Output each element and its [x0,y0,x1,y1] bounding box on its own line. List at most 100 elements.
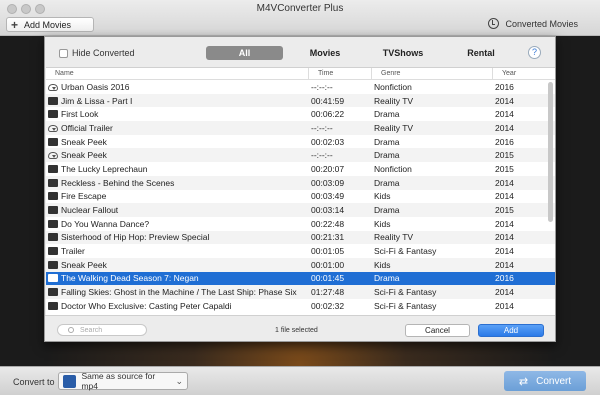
film-icon [48,288,58,297]
cell-name: Do You Wanna Dance? [46,219,309,229]
movie-title: Sneak Peek [61,136,107,147]
cell-time: 00:02:32 [311,300,345,311]
selection-status: 1 file selected [275,327,318,334]
film-icon [48,206,58,215]
movie-title: Doctor Who Exclusive: Casting Peter Capa… [61,300,232,311]
convert-to-label: Convert to [13,377,55,387]
cell-name: Sisterhood of Hip Hop: Preview Special [46,232,309,242]
column-header-year[interactable]: Year [493,68,553,80]
table-row[interactable]: Urban Oasis 2016 --:--:-- Nonfiction 2016 [46,80,555,94]
cell-name: Falling Skies: Ghost in the Machine / Th… [46,287,309,297]
column-header-name[interactable]: Name [46,68,309,80]
film-icon [48,164,58,173]
table-row[interactable]: Do You Wanna Dance? 00:22:48 Kids 2014 [46,217,555,231]
cell-genre: Reality TV [374,232,414,243]
table-row[interactable]: Sneak Peek 00:01:00 Kids 2014 [46,257,555,272]
converted-movies-label: Converted Movies [505,18,578,29]
table-scrollbar[interactable] [548,82,553,222]
dialog-footer: Search 1 file selected Cancel Add [45,315,555,343]
cell-name: Doctor Who Exclusive: Casting Peter Capa… [46,301,309,311]
cell-name: Sneak Peek [46,150,309,160]
cell-year: 2014 [495,122,514,133]
table-row[interactable]: First Look 00:06:22 Drama 2014 [46,107,555,121]
film-icon [48,260,58,269]
table-row[interactable]: Doctor Who Exclusive: Casting Peter Capa… [46,299,555,313]
tab-all[interactable]: All [206,46,283,60]
column-header-time[interactable]: Time [309,68,372,80]
hide-converted-checkbox[interactable]: Hide Converted [59,48,135,58]
window-titlebar: M4VConverter Plus + Add Movies Converted… [0,0,600,36]
cancel-button[interactable]: Cancel [405,324,470,337]
cloud-download-icon[interactable] [48,152,58,160]
add-movies-button[interactable]: + Add Movies [6,17,94,32]
cell-time: 00:01:00 [311,259,345,270]
film-icon [48,219,58,228]
cell-time: 00:03:14 [311,205,345,216]
cell-time: 00:21:31 [311,232,345,243]
table-row[interactable]: Fire Escape 00:03:49 Kids 2014 [46,190,555,204]
cell-time: 00:20:07 [311,163,345,174]
cell-year: 2014 [495,287,514,298]
add-movies-label: Add Movies [24,19,72,30]
table-row[interactable]: Sisterhood of Hip Hop: Preview Special 00… [46,230,555,245]
film-icon [48,96,58,105]
table-row[interactable]: Official Trailer --:--:-- Reality TV 2014 [46,121,555,135]
cloud-download-icon[interactable] [48,124,58,132]
cell-year: 2014 [495,95,514,106]
table-header: Name Time Genre Year [46,68,555,80]
cell-year: 2015 [495,205,514,216]
filter-bar: Hide Converted All Movies TVShows Rental… [45,37,555,67]
cell-genre: Drama [374,273,400,284]
cell-year: 2016 [495,273,514,284]
cell-genre: Kids [374,218,391,229]
tab-movies[interactable]: Movies [303,46,347,60]
cell-genre: Drama [374,109,400,120]
cell-genre: Drama [374,177,400,188]
table-row[interactable]: Trailer 00:01:05 Sci-Fi & Fantasy 2014 [46,244,555,258]
movie-table: Name Time Genre Year Urban Oasis 2016 --:… [46,67,555,315]
search-input[interactable]: Search [57,324,147,336]
convert-button[interactable]: ⇄ Convert [504,371,586,391]
table-row[interactable]: Jim & Lissa - Part I 00:41:59 Reality TV 20… [46,93,555,108]
cell-time: --:--:-- [311,81,333,92]
table-row[interactable]: Reckless - Behind the Scenes 00:03:09 Dram… [46,175,555,190]
film-icon [48,301,58,310]
movie-title: Do You Wanna Dance? [61,218,150,229]
film-icon [48,178,58,187]
tab-tvshows[interactable]: TVShows [377,46,429,60]
output-format-select[interactable]: Same as source for mp4 ⌄ [58,371,188,391]
help-icon[interactable]: ? [528,46,541,59]
cell-time: 00:03:09 [311,177,345,188]
table-row[interactable]: The Lucky Leprechaun 00:20:07 Nonfiction 20… [46,162,555,176]
cell-genre: Reality TV [374,95,414,106]
cell-year: 2014 [495,177,514,188]
cell-time: 00:01:45 [311,273,345,284]
cell-name: The Lucky Leprechaun [46,164,309,174]
movie-title: Sneak Peek [61,259,107,270]
table-row[interactable]: Sneak Peek --:--:-- Drama 2015 [46,148,555,163]
convert-label: Convert [536,375,572,387]
table-row[interactable]: Nuclear Fallout 00:03:14 Drama 2015 [46,203,555,217]
table-row[interactable]: Sneak Peek 00:02:03 Drama 2016 [46,135,555,149]
checkbox-icon[interactable] [59,48,68,58]
add-button[interactable]: Add [478,324,544,337]
search-icon [68,327,74,333]
cell-name: First Look [46,109,309,119]
film-icon [48,233,58,242]
movie-title: Falling Skies: Ghost in the Machine / Th… [61,287,297,298]
cloud-download-icon[interactable] [48,83,58,91]
cell-year: 2014 [495,259,514,270]
movie-title: First Look [61,109,99,120]
table-row[interactable]: Falling Skies: Ghost in the Machine / Th… [46,285,555,299]
tab-rental[interactable]: Rental [463,46,499,60]
cell-genre: Sci-Fi & Fantasy [374,300,437,311]
cell-genre: Nonfiction [374,163,412,174]
cell-name: Fire Escape [46,191,309,201]
search-placeholder: Search [80,326,103,334]
cell-year: 2014 [495,246,514,257]
column-header-genre[interactable]: Genre [372,68,493,80]
converted-movies-button[interactable]: Converted Movies [488,18,578,29]
film-icon [48,274,58,283]
table-row[interactable]: The Walking Dead Season 7: Negan 00:01:45… [46,271,555,286]
video-format-icon [63,374,77,388]
